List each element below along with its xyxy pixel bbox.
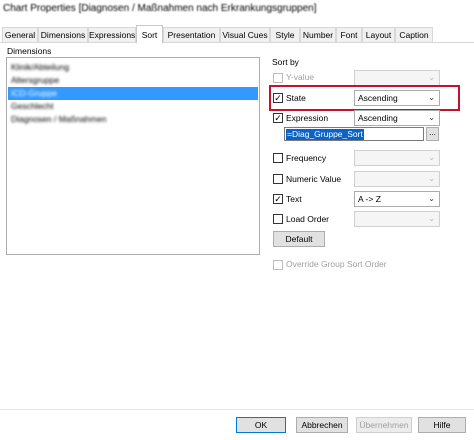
list-item-label: ICD-Gruppe xyxy=(11,88,57,98)
check-icon: ✓ xyxy=(274,194,282,204)
tab-font[interactable]: Font xyxy=(336,27,362,42)
tab-dimensions[interactable]: Dimensions xyxy=(38,27,88,42)
numeric-value-checkbox[interactable] xyxy=(273,174,283,184)
window-title-bar: Chart Properties [Diagnosen / Maßnahmen … xyxy=(0,0,474,20)
list-item[interactable]: Diagnosen / Maßnahmen xyxy=(8,113,258,126)
dialog-button-bar: OK Abbrechen Übernehmen Hilfe xyxy=(0,409,474,440)
list-item[interactable]: Geschlecht xyxy=(8,100,258,113)
y-value-checkbox[interactable] xyxy=(273,73,283,83)
expression-label: Expression xyxy=(286,113,329,123)
chevron-down-icon: ⌄ xyxy=(428,214,435,223)
expression-input[interactable]: =Diag_Gruppe_Sort xyxy=(284,127,424,141)
ok-button[interactable]: OK xyxy=(236,417,286,433)
list-item-label: Geschlecht xyxy=(11,101,54,111)
expression-formula: =Diag_Gruppe_Sort xyxy=(286,129,364,140)
check-icon: ✓ xyxy=(274,113,282,123)
list-item-label: Klinik/Abteilung xyxy=(11,62,70,72)
tab-general[interactable]: General xyxy=(2,27,38,42)
numeric-value-label: Numeric Value xyxy=(286,174,342,184)
state-label: State xyxy=(286,93,306,103)
list-item-label: Altersgruppe xyxy=(11,75,60,85)
text-dropdown[interactable]: A -> Z ⌄ xyxy=(354,191,440,207)
state-dropdown[interactable]: Ascending ⌄ xyxy=(354,90,440,106)
tab-layout[interactable]: Layout xyxy=(362,27,395,42)
expression-browse-button[interactable]: ... xyxy=(426,127,439,141)
window-title: Chart Properties [Diagnosen / Maßnahmen … xyxy=(3,3,317,14)
expression-checkbox[interactable]: ✓ xyxy=(273,113,283,123)
text-value: A -> Z xyxy=(358,194,381,204)
chevron-down-icon: ⌄ xyxy=(428,113,435,122)
load-order-label: Load Order xyxy=(286,214,329,224)
override-group-sort-label: Override Group Sort Order xyxy=(286,259,387,269)
tab-number[interactable]: Number xyxy=(300,27,336,42)
list-item[interactable]: Klinik/Abteilung xyxy=(8,61,258,74)
list-item[interactable]: Altersgruppe xyxy=(8,74,258,87)
text-checkbox[interactable]: ✓ xyxy=(273,194,283,204)
chevron-down-icon: ⌄ xyxy=(428,153,435,162)
chevron-down-icon: ⌄ xyxy=(428,194,435,203)
list-item-selected[interactable]: ICD-Gruppe xyxy=(8,87,258,100)
chevron-down-icon: ⌄ xyxy=(428,73,435,82)
list-item-label: Diagnosen / Maßnahmen xyxy=(11,114,107,124)
load-order-checkbox[interactable] xyxy=(273,214,283,224)
tab-bar: General Dimensions Expressions Sort Pres… xyxy=(0,25,474,43)
state-checkbox[interactable]: ✓ xyxy=(273,93,283,103)
tab-style[interactable]: Style xyxy=(270,27,300,42)
default-button[interactable]: Default xyxy=(273,231,325,247)
cancel-button[interactable]: Abbrechen xyxy=(296,417,348,433)
numeric-value-dropdown[interactable]: ⌄ xyxy=(354,171,440,187)
override-group-sort-checkbox[interactable] xyxy=(273,260,283,270)
sort-by-label: Sort by xyxy=(272,57,299,67)
y-value-dropdown[interactable]: ⌄ xyxy=(354,70,440,86)
frequency-checkbox[interactable] xyxy=(273,153,283,163)
check-icon: ✓ xyxy=(274,93,282,103)
expression-dropdown[interactable]: Ascending ⌄ xyxy=(354,110,440,126)
state-value: Ascending xyxy=(358,93,398,103)
tab-expressions[interactable]: Expressions xyxy=(88,27,136,42)
chevron-down-icon: ⌄ xyxy=(428,174,435,183)
y-value-label: Y-value xyxy=(286,72,315,82)
dimensions-label: Dimensions xyxy=(7,46,52,56)
tab-caption[interactable]: Caption xyxy=(395,27,433,42)
help-button[interactable]: Hilfe xyxy=(418,417,466,433)
chevron-down-icon: ⌄ xyxy=(428,93,435,102)
expression-value: Ascending xyxy=(358,113,398,123)
frequency-label: Frequency xyxy=(286,153,327,163)
tab-visual-cues[interactable]: Visual Cues xyxy=(220,27,270,42)
frequency-dropdown[interactable]: ⌄ xyxy=(354,150,440,166)
tab-sort[interactable]: Sort xyxy=(136,25,163,43)
apply-button[interactable]: Übernehmen xyxy=(356,417,412,433)
text-label: Text xyxy=(286,194,302,204)
tab-presentation[interactable]: Presentation xyxy=(163,27,220,42)
load-order-dropdown[interactable]: ⌄ xyxy=(354,211,440,227)
dimensions-list[interactable]: Klinik/Abteilung Altersgruppe ICD-Gruppe… xyxy=(6,57,260,255)
